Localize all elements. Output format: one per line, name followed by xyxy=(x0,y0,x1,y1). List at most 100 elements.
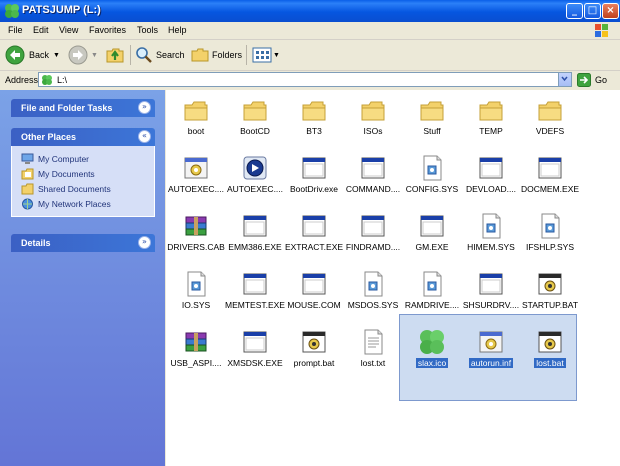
file-item[interactable]: SHSURDRV.... xyxy=(461,270,521,326)
place-my-documents[interactable]: My Documents xyxy=(12,167,154,182)
back-button[interactable]: Back ▼ xyxy=(5,45,60,65)
title-bar[interactable]: PATSJUMP (L:) _ □ × xyxy=(0,0,620,22)
views-button[interactable]: ▼ xyxy=(252,45,280,65)
sys-file-icon xyxy=(536,212,564,240)
file-item[interactable]: MEMTEST.EXE xyxy=(225,270,285,326)
text-file-icon xyxy=(359,328,387,356)
file-item[interactable]: VDEFS xyxy=(520,96,580,152)
menu-edit[interactable]: Edit xyxy=(33,25,49,35)
folder-icon xyxy=(300,96,328,124)
media-icon xyxy=(241,154,269,182)
file-item[interactable]: MSDOS.SYS xyxy=(343,270,403,326)
file-item[interactable]: IFSHLP.SYS xyxy=(520,212,580,268)
file-item-label: VDEFS xyxy=(535,126,565,136)
file-item-label: BootDriv.exe xyxy=(289,184,339,194)
archive-icon xyxy=(182,212,210,240)
forward-button[interactable]: ▼ xyxy=(68,45,98,65)
shared-folder-icon xyxy=(21,183,34,195)
sys-file-icon xyxy=(477,212,505,240)
file-item[interactable]: lost.txt xyxy=(343,328,403,384)
place-my-computer[interactable]: My Computer xyxy=(12,152,154,167)
file-item[interactable]: boot xyxy=(166,96,226,152)
address-dropdown-button[interactable] xyxy=(558,73,571,86)
file-item[interactable]: FINDRAMD.... xyxy=(343,212,403,268)
menu-file[interactable]: File xyxy=(8,25,23,35)
file-item[interactable]: STARTUP.BAT xyxy=(520,270,580,326)
file-item[interactable]: IO.SYS xyxy=(166,270,226,326)
file-item[interactable]: DRIVERS.CAB xyxy=(166,212,226,268)
folders-button[interactable]: Folders xyxy=(191,45,242,65)
file-item[interactable]: RAMDRIVE.... xyxy=(402,270,462,326)
file-item-label: DOCMEM.EXE xyxy=(520,184,580,194)
settings-file-icon xyxy=(477,328,505,356)
forward-dropdown-icon[interactable]: ▼ xyxy=(91,52,98,59)
maximize-button[interactable]: □ xyxy=(584,3,601,19)
menu-tools[interactable]: Tools xyxy=(137,25,158,35)
window-title: PATSJUMP (L:) xyxy=(22,4,101,16)
close-button[interactable]: × xyxy=(602,3,619,19)
file-item-label: RAMDRIVE.... xyxy=(404,300,460,310)
file-item[interactable]: slax.ico xyxy=(402,328,462,384)
file-item[interactable]: MOUSE.COM xyxy=(284,270,344,326)
file-item[interactable]: AUTOEXEC.... xyxy=(225,154,285,210)
clover-icon xyxy=(418,328,446,356)
collapse-chevron-icon[interactable]: « xyxy=(138,130,151,143)
minimize-button[interactable]: _ xyxy=(566,3,583,19)
other-places-panel: Other Places « My Computer My Documents … xyxy=(11,128,155,217)
file-item[interactable]: HIMEM.SYS xyxy=(461,212,521,268)
file-item[interactable]: BootDriv.exe xyxy=(284,154,344,210)
file-item[interactable]: USB_ASPI.... xyxy=(166,328,226,384)
file-item[interactable]: DEVLOAD.... xyxy=(461,154,521,210)
file-folder-tasks-title: File and Folder Tasks xyxy=(21,103,113,113)
file-item[interactable]: BT3 xyxy=(284,96,344,152)
windows-logo-icon xyxy=(595,24,608,37)
folders-icon xyxy=(191,48,209,62)
details-header[interactable]: Details » xyxy=(11,234,155,252)
file-item[interactable]: BootCD xyxy=(225,96,285,152)
file-item-label: GM.EXE xyxy=(415,242,449,252)
sys-file-icon xyxy=(418,270,446,298)
exe-window-icon xyxy=(241,212,269,240)
back-arrow-icon xyxy=(5,45,25,65)
file-item-label: MEMTEST.EXE xyxy=(225,300,285,310)
menu-help[interactable]: Help xyxy=(168,25,187,35)
network-globe-icon xyxy=(22,198,33,210)
place-shared-documents[interactable]: Shared Documents xyxy=(12,182,154,197)
back-dropdown-icon[interactable]: ▼ xyxy=(53,52,60,59)
folder-icon xyxy=(182,96,210,124)
file-folder-tasks-header[interactable]: File and Folder Tasks » xyxy=(11,99,155,117)
file-list-area[interactable]: boot BootCD BT3 ISOs Stuff TEMP VDEFS AUTOEXEC.… xyxy=(166,90,620,466)
file-item[interactable]: EXTRACT.EXE xyxy=(284,212,344,268)
file-item[interactable]: lost.bat xyxy=(520,328,580,384)
file-item[interactable]: GM.EXE xyxy=(402,212,462,268)
address-input[interactable]: L:\ xyxy=(38,72,572,87)
file-item[interactable]: ISOs xyxy=(343,96,403,152)
file-item[interactable]: EMM386.EXE xyxy=(225,212,285,268)
up-folder-button[interactable] xyxy=(105,45,125,65)
place-label: Shared Documents xyxy=(38,184,111,194)
file-item[interactable]: XMSDSK.EXE xyxy=(225,328,285,384)
menu-view[interactable]: View xyxy=(59,25,78,35)
file-folder-tasks-panel: File and Folder Tasks » xyxy=(11,99,155,117)
folder-icon xyxy=(359,96,387,124)
file-item[interactable]: AUTOEXEC.... xyxy=(166,154,226,210)
other-places-header[interactable]: Other Places « xyxy=(11,128,155,146)
file-item-label: FINDRAMD.... xyxy=(345,242,401,252)
place-my-network-places[interactable]: My Network Places xyxy=(12,197,154,212)
file-item[interactable]: TEMP xyxy=(461,96,521,152)
file-item[interactable]: prompt.bat xyxy=(284,328,344,384)
toolbar-separator xyxy=(246,45,247,65)
exe-window-icon xyxy=(241,328,269,356)
file-item-label: AUTOEXEC.... xyxy=(226,184,284,194)
expand-chevron-icon[interactable]: » xyxy=(138,236,151,249)
expand-chevron-icon[interactable]: » xyxy=(138,101,151,114)
go-button[interactable]: Go xyxy=(577,72,607,87)
search-button[interactable]: Search xyxy=(135,45,185,65)
views-dropdown-icon[interactable]: ▼ xyxy=(273,52,280,59)
file-item[interactable]: CONFIG.SYS xyxy=(402,154,462,210)
file-item[interactable]: COMMAND.... xyxy=(343,154,403,210)
file-item[interactable]: DOCMEM.EXE xyxy=(520,154,580,210)
menu-favorites[interactable]: Favorites xyxy=(89,25,126,35)
file-item[interactable]: autorun.inf xyxy=(461,328,521,384)
file-item[interactable]: Stuff xyxy=(402,96,462,152)
